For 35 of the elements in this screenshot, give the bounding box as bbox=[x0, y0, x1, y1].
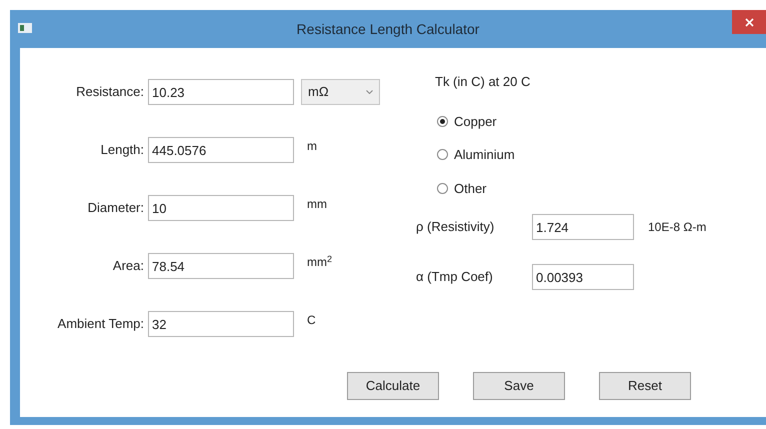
unit-label: C bbox=[307, 312, 316, 329]
action-button[interactable]: Reset bbox=[599, 372, 691, 400]
chevron-down-icon bbox=[366, 90, 373, 94]
input-field[interactable]: 1.724 bbox=[532, 214, 634, 240]
input-field[interactable]: 0.00393 bbox=[532, 264, 634, 290]
input-field[interactable]: 10.23 bbox=[148, 79, 294, 105]
close-icon bbox=[744, 18, 754, 26]
field-label: Ambient Temp: bbox=[56, 315, 145, 334]
radio-button[interactable] bbox=[437, 182, 448, 194]
input-field[interactable]: 10 bbox=[148, 195, 294, 221]
close-button[interactable] bbox=[732, 10, 766, 34]
unit-label: mm$^{2}$ bbox=[307, 253, 332, 271]
unit-label: 10E-8 Ω-m bbox=[648, 219, 706, 236]
input-field[interactable]: 445.0576 bbox=[148, 137, 294, 163]
field-label: Resistance: bbox=[75, 83, 145, 102]
section-heading: Tk (in C) at 20 C bbox=[435, 73, 532, 91]
action-button[interactable]: Save bbox=[473, 372, 565, 400]
input-field[interactable]: 78.54 bbox=[148, 253, 294, 279]
radio-option[interactable]: Other bbox=[437, 178, 487, 198]
unit-dropdown[interactable]: mΩ bbox=[301, 79, 380, 105]
app-icon bbox=[18, 23, 32, 33]
radio-option[interactable]: Aluminium bbox=[437, 145, 515, 164]
field-label: α (Tmp Coef) bbox=[416, 268, 494, 286]
action-button[interactable]: Calculate bbox=[347, 372, 439, 400]
window-title: Resistance Length Calculator bbox=[296, 20, 480, 39]
field-label: Area: bbox=[112, 257, 145, 276]
radio-button[interactable] bbox=[437, 116, 448, 127]
field-label: Diameter: bbox=[86, 199, 145, 218]
radio-button[interactable] bbox=[437, 149, 448, 160]
field-label: Length: bbox=[100, 141, 145, 160]
unit-label: m bbox=[307, 138, 317, 155]
unit-label: mm bbox=[307, 196, 327, 213]
field-label: ρ (Resistivity) bbox=[416, 218, 496, 236]
radio-option[interactable]: Copper bbox=[437, 112, 497, 131]
input-field[interactable]: 32 bbox=[148, 311, 294, 337]
